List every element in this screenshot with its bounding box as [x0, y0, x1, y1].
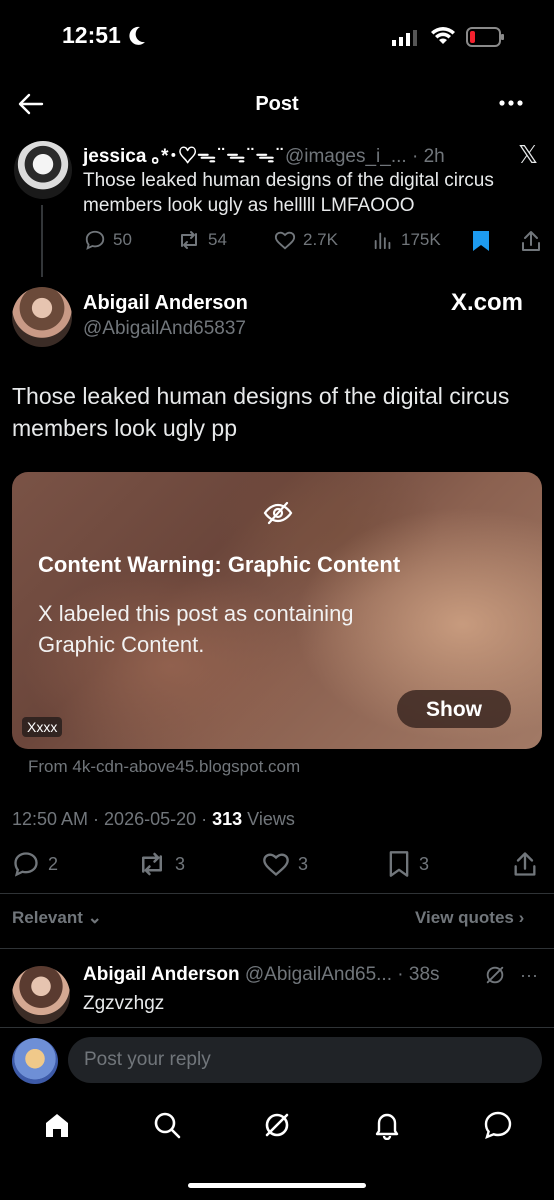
- thread-line: [41, 205, 43, 277]
- messages-icon[interactable]: [483, 1110, 513, 1140]
- like-count: 3: [298, 853, 309, 874]
- quoted-author-line: jessica ｡*･♡ᯓ ̈ ᯓ ̈ ᯓ ̈ @images_i_... · …: [83, 141, 445, 168]
- source-badge: X.com: [451, 289, 524, 316]
- action-bar: 2 3 3 3: [12, 850, 542, 880]
- reply-author-avatar[interactable]: [12, 966, 70, 1024]
- reply-more-icon[interactable]: ···: [520, 965, 538, 986]
- share-icon[interactable]: [512, 850, 538, 878]
- tweet-meta: 12:50 AM · 2026-05-20 · 313 Views: [12, 809, 295, 830]
- quoted-action-bar: 50 54 2.7K 175K: [84, 229, 544, 253]
- battery-icon: [466, 27, 504, 47]
- home-indicator: [188, 1183, 366, 1188]
- repost-button[interactable]: 3: [137, 850, 185, 878]
- sort-label: Relevant: [12, 908, 83, 927]
- reply-text: Zgzvzhgz: [83, 993, 165, 1014]
- reply-input[interactable]: [68, 1037, 542, 1083]
- quoted-tweet-text: Those leaked human designs of the digita…: [83, 170, 494, 216]
- divider: [0, 893, 554, 894]
- bookmark-filled-icon[interactable]: [471, 229, 491, 253]
- moon-icon: [129, 26, 145, 45]
- quoted-like-count: 2.7K: [303, 230, 338, 249]
- more-options-icon[interactable]: [498, 96, 524, 110]
- quoted-author-avatar[interactable]: [14, 141, 72, 199]
- x-logo-icon: 𝕏: [518, 140, 539, 169]
- chevron-right-icon: ›: [518, 908, 525, 927]
- reply-author-handle[interactable]: @AbigailAnd65...: [245, 964, 392, 985]
- media-badge: Xxxx: [22, 717, 63, 737]
- show-button[interactable]: Show: [397, 690, 511, 728]
- warning-body: X labeled this post as containing Graphi…: [38, 601, 354, 657]
- tweet-text: Those leaked human designs of the digita…: [12, 383, 510, 441]
- bottom-nav: [0, 1104, 554, 1148]
- warning-title: Content Warning: Graphic Content: [38, 552, 401, 577]
- like-button[interactable]: 3: [262, 850, 308, 878]
- timestamp: 12:50 AM · 2026-05-20 ·: [12, 809, 213, 829]
- share-icon[interactable]: [520, 229, 542, 253]
- quoted-reply-count: 50: [113, 230, 132, 249]
- author-handle[interactable]: @AbigailAnd65837: [83, 318, 246, 340]
- divider: [0, 1027, 554, 1028]
- reply-button[interactable]: 2: [12, 850, 58, 878]
- quoted-author-handle[interactable]: @images_i_...: [285, 146, 407, 167]
- sort-relevant-dropdown[interactable]: Relevant ⌄: [12, 908, 102, 928]
- heart-icon: [263, 853, 289, 877]
- view-quotes-link[interactable]: View quotes ›: [415, 908, 524, 928]
- quoted-views-button[interactable]: 175K: [372, 229, 441, 251]
- repost-icon: [142, 852, 162, 876]
- author-avatar[interactable]: [12, 287, 72, 347]
- views-label: Views: [242, 809, 295, 829]
- chevron-down-icon: ⌄: [87, 908, 102, 927]
- quoted-repost-button[interactable]: 54: [177, 229, 227, 251]
- reply-icon: [85, 230, 105, 250]
- quoted-views-count: 175K: [401, 230, 441, 249]
- grok-icon[interactable]: [484, 964, 506, 986]
- quoted-repost-count: 54: [208, 230, 227, 249]
- views-chart-icon: [374, 232, 391, 250]
- link-source[interactable]: From 4k-cdn-above45.blogspot.com: [28, 757, 300, 777]
- wifi-icon: [431, 27, 455, 44]
- repost-count: 3: [175, 853, 186, 874]
- quoted-like-button[interactable]: 2.7K: [274, 229, 338, 251]
- reply-time: · 38s: [397, 964, 440, 985]
- view-quotes-label: View quotes: [415, 908, 514, 927]
- quoted-author-name[interactable]: jessica ｡*･♡ᯓ ̈ ᯓ ̈ ᯓ ̈: [83, 146, 280, 167]
- reply-icon: [14, 852, 38, 877]
- bookmark-button[interactable]: 3: [387, 850, 429, 878]
- heart-icon: [274, 231, 296, 250]
- divider: [0, 948, 554, 949]
- quoted-time: · 2h: [411, 146, 445, 167]
- author-name[interactable]: Abigail Anderson: [83, 292, 248, 315]
- search-icon[interactable]: [152, 1110, 182, 1140]
- notifications-bell-icon[interactable]: [373, 1110, 401, 1140]
- eye-slash-icon: [263, 501, 293, 525]
- reply-count: 2: [48, 853, 59, 874]
- signal-icon: [392, 30, 417, 46]
- reply-author-name[interactable]: Abigail Anderson: [83, 964, 240, 985]
- home-icon[interactable]: [43, 1110, 71, 1140]
- bookmark-icon: [389, 851, 409, 877]
- view-count: 313: [212, 809, 243, 829]
- page-title: Post: [255, 93, 299, 115]
- reply-author-line: Abigail Anderson @AbigailAnd65... · 38s: [83, 964, 440, 986]
- my-avatar[interactable]: [12, 1038, 58, 1084]
- bookmark-count: 3: [419, 853, 430, 874]
- status-time: 12:51: [62, 22, 121, 48]
- quoted-reply-button[interactable]: 50: [84, 229, 132, 251]
- grok-icon[interactable]: [262, 1110, 292, 1140]
- repost-icon: [181, 231, 197, 249]
